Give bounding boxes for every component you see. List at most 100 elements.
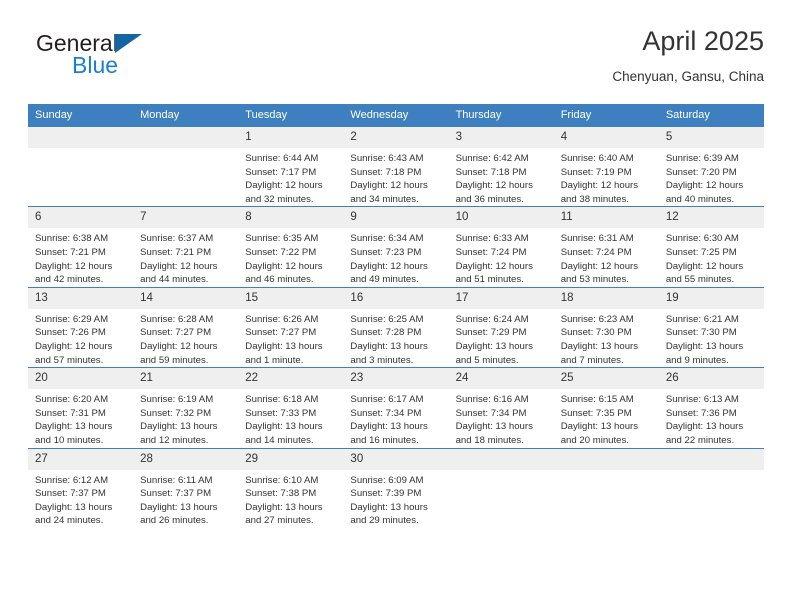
sunset-text: Sunset: 7:24 PM <box>455 246 527 258</box>
calendar-day-cell[interactable]: 5 Sunrise: 6:39 AM Sunset: 7:20 PM Daylight… <box>658 125 764 207</box>
daylight-text: Daylight: 13 hours and 14 minutes. <box>245 421 323 446</box>
day-number: 11 <box>553 207 659 229</box>
day-number: 20 <box>28 368 134 390</box>
calendar-week-row: 1 Sunrise: 6:44 AM Sunset: 7:17 PM Daylight… <box>28 125 764 207</box>
day-details: Sunrise: 6:37 AM Sunset: 7:21 PM Daylight:… <box>133 228 238 286</box>
calendar-day-cell[interactable]: 17 Sunrise: 6:24 AM Sunset: 7:29 PM Dayligh… <box>448 286 554 368</box>
calendar-day-cell[interactable]: 30 Sunrise: 6:09 AM Sunset: 7:39 PM Dayligh… <box>343 447 449 528</box>
daylight-text: Daylight: 13 hours and 26 minutes. <box>140 501 218 527</box>
day-number: 5 <box>658 127 764 148</box>
daylight-text: Daylight: 13 hours and 5 minutes. <box>455 340 533 366</box>
calendar-day-cell[interactable]: 28 Sunrise: 6:11 AM Sunset: 7:37 PM Dayligh… <box>133 447 239 528</box>
daylight-text: Daylight: 13 hours and 18 minutes. <box>455 421 533 446</box>
daylight-text: Daylight: 12 hours and 53 minutes. <box>560 260 639 286</box>
sunrise-text: Sunrise: 6:15 AM <box>560 394 634 406</box>
daylight-text: Daylight: 13 hours and 27 minutes. <box>245 501 323 527</box>
calendar-day-cell[interactable]: 18 Sunrise: 6:23 AM Sunset: 7:30 PM Dayligh… <box>553 286 659 368</box>
day-number: 8 <box>238 207 344 229</box>
day-number: 2 <box>343 127 449 148</box>
calendar-day-cell-empty <box>448 447 554 528</box>
sunset-text: Sunset: 7:32 PM <box>140 407 212 419</box>
calendar-day-cell[interactable]: 23 Sunrise: 6:17 AM Sunset: 7:34 PM Dayligh… <box>343 367 449 448</box>
calendar-header-row: Sunday Monday Tuesday Wednesday Thursday… <box>28 104 764 127</box>
day-details: Sunrise: 6:28 AM Sunset: 7:27 PM Daylight:… <box>133 309 238 367</box>
day-details: Sunrise: 6:34 AM Sunset: 7:23 PM Daylight:… <box>343 228 448 286</box>
title-block: April 2025 Chenyuan, Gansu, China <box>612 24 764 86</box>
sunrise-text: Sunrise: 6:40 AM <box>560 153 634 164</box>
calendar-day-cell[interactable]: 14 Sunrise: 6:28 AM Sunset: 7:27 PM Dayligh… <box>133 286 239 368</box>
calendar-day-cell[interactable]: 21 Sunrise: 6:19 AM Sunset: 7:32 PM Dayligh… <box>133 367 239 448</box>
day-number: 3 <box>448 127 554 148</box>
calendar-day-cell[interactable]: 4 Sunrise: 6:40 AM Sunset: 7:19 PM Daylight… <box>553 125 659 207</box>
calendar-day-cell[interactable]: 3 Sunrise: 6:42 AM Sunset: 7:18 PM Daylight… <box>448 125 554 207</box>
sunrise-text: Sunrise: 6:21 AM <box>665 313 739 325</box>
day-number: 21 <box>133 368 239 390</box>
sunset-text: Sunset: 7:21 PM <box>140 246 212 258</box>
calendar-day-cell[interactable]: 15 Sunrise: 6:26 AM Sunset: 7:27 PM Dayligh… <box>238 286 344 368</box>
daylight-text: Daylight: 12 hours and 51 minutes. <box>455 260 533 286</box>
sunrise-text: Sunrise: 6:44 AM <box>245 153 319 164</box>
sunset-text: Sunset: 7:29 PM <box>455 327 527 339</box>
day-number: 23 <box>343 368 449 390</box>
calendar-body: 1 Sunrise: 6:44 AM Sunset: 7:17 PM Daylight… <box>28 125 764 528</box>
logo-triangle-icon <box>115 34 142 53</box>
page-subtitle: Chenyuan, Gansu, China <box>612 69 764 84</box>
sunset-text: Sunset: 7:36 PM <box>665 407 737 419</box>
day-number <box>133 127 239 148</box>
calendar-day-cell[interactable]: 24 Sunrise: 6:16 AM Sunset: 7:34 PM Dayligh… <box>448 367 554 448</box>
sunrise-text: Sunrise: 6:31 AM <box>560 233 634 245</box>
sunrise-text: Sunrise: 6:11 AM <box>140 474 213 486</box>
calendar-day-cell-empty <box>553 447 659 528</box>
calendar-day-cell[interactable]: 6 Sunrise: 6:38 AM Sunset: 7:21 PM Daylight… <box>28 206 134 288</box>
day-number: 9 <box>343 207 449 229</box>
calendar-day-cell[interactable]: 19 Sunrise: 6:21 AM Sunset: 7:30 PM Dayligh… <box>658 286 764 368</box>
general-blue-logo[interactable]: General Blue <box>36 30 236 90</box>
day-details: Sunrise: 6:44 AM Sunset: 7:17 PM Daylight:… <box>238 148 343 206</box>
calendar-day-cell[interactable]: 26 Sunrise: 6:13 AM Sunset: 7:36 PM Dayligh… <box>658 367 764 448</box>
calendar-day-cell[interactable]: 20 Sunrise: 6:20 AM Sunset: 7:31 PM Dayligh… <box>28 367 134 448</box>
calendar-day-cell[interactable]: 10 Sunrise: 6:33 AM Sunset: 7:24 PM Dayligh… <box>448 206 554 288</box>
day-number <box>448 448 554 470</box>
day-number: 1 <box>238 127 344 148</box>
sunset-text: Sunset: 7:31 PM <box>35 407 106 419</box>
day-details: Sunrise: 6:10 AM Sunset: 7:38 PM Daylight:… <box>238 470 343 528</box>
day-number: 6 <box>28 207 134 229</box>
daylight-text: Daylight: 13 hours and 3 minutes. <box>350 340 428 366</box>
day-details: Sunrise: 6:29 AM Sunset: 7:26 PM Daylight:… <box>28 309 133 367</box>
calendar-day-cell[interactable]: 22 Sunrise: 6:18 AM Sunset: 7:33 PM Dayligh… <box>238 367 344 448</box>
daylight-text: Daylight: 13 hours and 16 minutes. <box>350 421 428 446</box>
calendar-day-cell[interactable]: 25 Sunrise: 6:15 AM Sunset: 7:35 PM Dayligh… <box>553 367 659 448</box>
calendar-day-cell[interactable]: 16 Sunrise: 6:25 AM Sunset: 7:28 PM Dayligh… <box>343 286 449 368</box>
sunrise-text: Sunrise: 6:37 AM <box>140 233 214 245</box>
day-number: 29 <box>238 448 344 470</box>
calendar-day-cell[interactable]: 13 Sunrise: 6:29 AM Sunset: 7:26 PM Dayligh… <box>28 286 134 368</box>
calendar-day-cell[interactable]: 8 Sunrise: 6:35 AM Sunset: 7:22 PM Daylight… <box>238 206 344 288</box>
calendar-day-cell[interactable]: 12 Sunrise: 6:30 AM Sunset: 7:25 PM Dayligh… <box>658 206 764 288</box>
calendar-day-cell[interactable]: 11 Sunrise: 6:31 AM Sunset: 7:24 PM Dayligh… <box>553 206 659 288</box>
calendar-day-cell[interactable]: 27 Sunrise: 6:12 AM Sunset: 7:37 PM Dayligh… <box>28 447 134 528</box>
day-details: Sunrise: 6:30 AM Sunset: 7:25 PM Daylight:… <box>659 228 764 286</box>
calendar-day-cell[interactable]: 2 Sunrise: 6:43 AM Sunset: 7:18 PM Daylight… <box>343 125 449 207</box>
calendar-day-cell[interactable]: 9 Sunrise: 6:34 AM Sunset: 7:23 PM Daylight… <box>343 206 449 288</box>
calendar-week-row: 20 Sunrise: 6:20 AM Sunset: 7:31 PM Dayligh… <box>28 367 764 448</box>
day-number: 13 <box>28 287 134 309</box>
daylight-text: Daylight: 12 hours and 49 minutes. <box>350 260 428 286</box>
daylight-text: Daylight: 12 hours and 59 minutes. <box>140 340 218 366</box>
calendar-day-cell-empty <box>658 447 764 528</box>
sunset-text: Sunset: 7:23 PM <box>350 246 422 258</box>
sunrise-text: Sunrise: 6:42 AM <box>455 153 529 164</box>
sunset-text: Sunset: 7:21 PM <box>35 246 106 258</box>
weekday-header-thursday: Thursday <box>448 104 554 127</box>
daylight-text: Daylight: 13 hours and 7 minutes. <box>560 340 639 366</box>
daylight-text: Daylight: 12 hours and 36 minutes. <box>455 180 533 205</box>
calendar-day-cell[interactable]: 29 Sunrise: 6:10 AM Sunset: 7:38 PM Dayligh… <box>238 447 344 528</box>
day-details: Sunrise: 6:43 AM Sunset: 7:18 PM Daylight:… <box>343 148 448 206</box>
calendar-day-cell[interactable]: 7 Sunrise: 6:37 AM Sunset: 7:21 PM Daylight… <box>133 206 239 288</box>
daylight-text: Daylight: 12 hours and 38 minutes. <box>560 180 639 205</box>
sunrise-text: Sunrise: 6:29 AM <box>35 313 109 325</box>
weekday-header-tuesday: Tuesday <box>238 104 344 127</box>
sunset-text: Sunset: 7:18 PM <box>350 166 422 178</box>
day-details: Sunrise: 6:13 AM Sunset: 7:36 PM Daylight:… <box>659 389 764 447</box>
calendar-day-cell[interactable]: 1 Sunrise: 6:44 AM Sunset: 7:17 PM Daylight… <box>238 125 344 207</box>
sunrise-text: Sunrise: 6:16 AM <box>455 394 529 406</box>
